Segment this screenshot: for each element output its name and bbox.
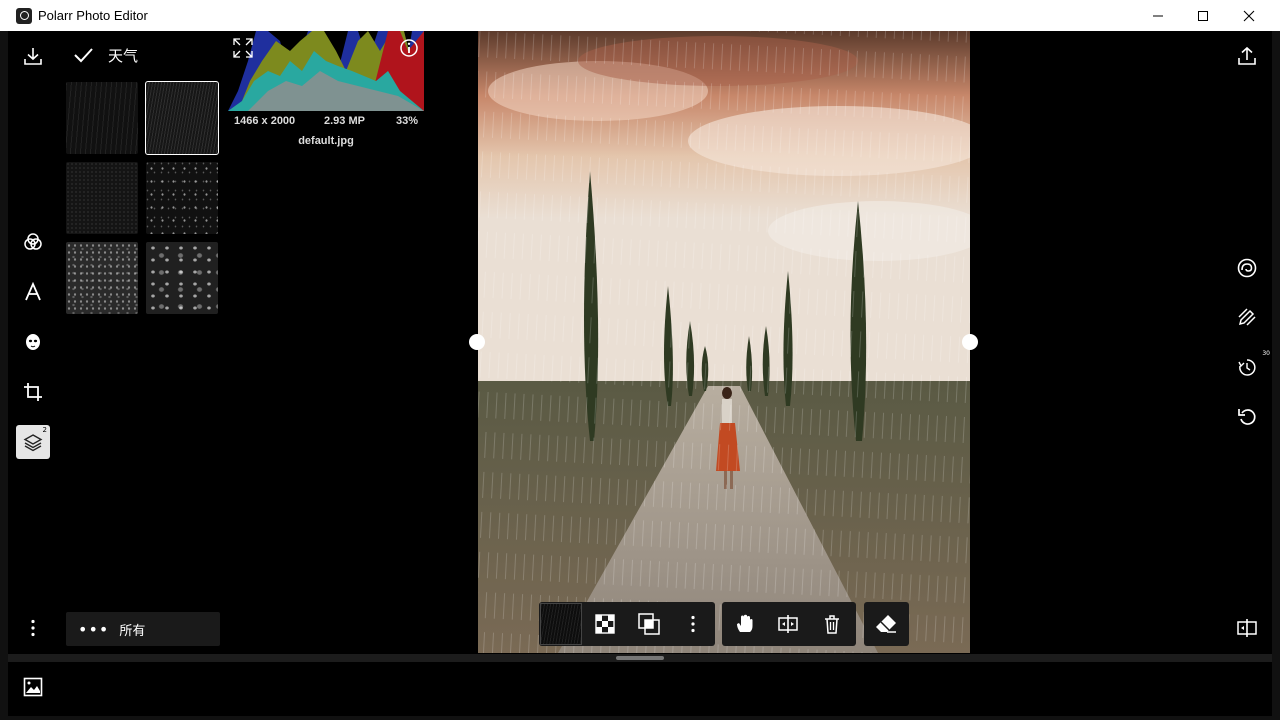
- compare-icon: [1237, 619, 1257, 637]
- text-icon: [25, 282, 41, 301]
- filmstrip: [8, 662, 1272, 720]
- history-timer-button[interactable]: 30: [1230, 350, 1270, 384]
- download-icon: [24, 48, 42, 65]
- crop-tool-button[interactable]: [16, 375, 50, 409]
- compare-view-button[interactable]: [1230, 611, 1264, 645]
- maximize-button[interactable]: [1180, 0, 1226, 31]
- text-tool-button[interactable]: [16, 275, 50, 309]
- image-icon: [23, 677, 43, 697]
- more-vertical-icon: [31, 619, 35, 637]
- title-bar: Polarr Photo Editor: [0, 0, 1280, 31]
- gallery-button[interactable]: [16, 670, 50, 704]
- eraser-button[interactable]: [864, 602, 908, 646]
- layers-tool-button[interactable]: 2: [16, 425, 50, 459]
- layer-thumbnail[interactable]: [539, 602, 583, 646]
- histogram: [228, 31, 424, 111]
- eraser-icon: [876, 615, 896, 633]
- layer-more-button[interactable]: [671, 602, 715, 646]
- color-circles-icon: [24, 233, 42, 250]
- check-icon[interactable]: [72, 44, 94, 66]
- window-frame-left: [0, 31, 8, 720]
- timer-icon: [1238, 359, 1256, 376]
- spiral-icon: [1237, 258, 1257, 278]
- toggle-edits-button[interactable]: [1230, 300, 1264, 334]
- weather-thumbnail-snow[interactable]: [66, 242, 138, 314]
- compare-icon: [778, 615, 798, 633]
- weather-thumbnail-stars[interactable]: [146, 162, 218, 234]
- weather-thumbnail-rain-light[interactable]: [66, 82, 138, 154]
- layers-icon: [23, 434, 43, 452]
- window-frame-bottom: [0, 716, 1280, 720]
- face-icon: [26, 334, 40, 350]
- layers-count-badge: 2: [42, 426, 47, 434]
- resize-handle-left[interactable]: [469, 334, 485, 350]
- weather-thumbnail-rain-dark[interactable]: [145, 81, 219, 155]
- close-button[interactable]: [1226, 0, 1272, 31]
- more-horizontal-icon: •••: [78, 619, 110, 639]
- maximize-icon: [1198, 10, 1208, 21]
- info-icon[interactable]: [399, 38, 419, 58]
- layer-toolbar: [539, 602, 715, 646]
- share-icon: [1238, 46, 1256, 65]
- filter-dropdown[interactable]: ••• 所有: [66, 612, 220, 646]
- minimize-icon: [1153, 15, 1163, 16]
- image-filename: default.jpg: [298, 135, 354, 147]
- color-tool-button[interactable]: [16, 225, 50, 259]
- transparency-button[interactable]: [583, 602, 627, 646]
- window-frame-right: [1272, 31, 1280, 720]
- erase-toolbar: [864, 602, 909, 646]
- photo-image: [478, 31, 970, 653]
- blend-icon: [638, 613, 660, 635]
- auto-enhance-button[interactable]: [1230, 251, 1264, 285]
- face-tool-button[interactable]: [16, 325, 50, 359]
- export-download-button[interactable]: [16, 39, 50, 73]
- undo-button[interactable]: [1230, 400, 1264, 434]
- crop-icon: [24, 383, 42, 401]
- panel-title: 天气: [108, 46, 139, 65]
- checker-icon: [595, 614, 615, 634]
- close-icon: [1243, 10, 1255, 21]
- pen-slash-icon: [1238, 308, 1256, 326]
- photo-canvas[interactable]: [478, 31, 970, 653]
- trash-icon: [825, 615, 839, 634]
- compare-split-button[interactable]: [766, 602, 810, 646]
- hand-icon: [737, 614, 753, 632]
- filmstrip-drag-handle[interactable]: [616, 656, 664, 660]
- undo-icon: [1238, 409, 1256, 425]
- share-button[interactable]: [1230, 39, 1264, 73]
- app-logo-icon: [16, 7, 32, 24]
- edit-toolbar: [722, 602, 856, 646]
- expand-icon[interactable]: [233, 38, 253, 58]
- zoom-level: 33%: [396, 115, 419, 127]
- image-megapixels: 2.93 MP: [324, 115, 365, 127]
- window-title: Polarr Photo Editor: [38, 8, 148, 23]
- weather-thumbnail-bokeh[interactable]: [146, 242, 218, 314]
- delete-layer-button[interactable]: [810, 602, 854, 646]
- weather-thumbnail-dust[interactable]: [66, 162, 138, 234]
- timer-badge: 30: [1262, 350, 1270, 357]
- blend-mode-button[interactable]: [627, 602, 671, 646]
- resize-handle-right[interactable]: [962, 334, 978, 350]
- filter-label: 所有: [119, 623, 146, 639]
- minimize-button[interactable]: [1135, 0, 1181, 31]
- more-vertical-icon: [691, 615, 695, 633]
- pan-button[interactable]: [722, 602, 766, 646]
- panel-header: 天气: [72, 44, 138, 66]
- more-options-button[interactable]: [16, 611, 50, 645]
- image-dimensions: 1466 x 2000: [234, 115, 296, 127]
